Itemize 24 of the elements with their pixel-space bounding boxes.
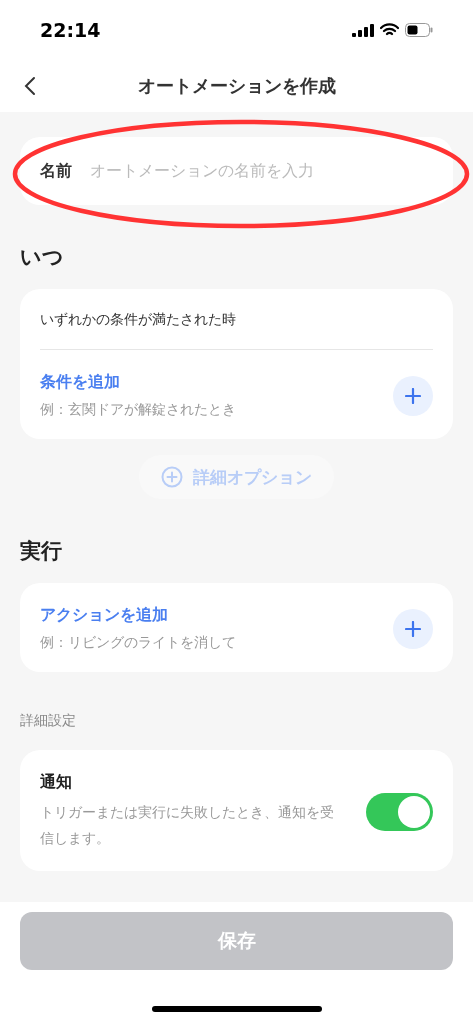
status-time: 22:14: [40, 19, 101, 41]
name-input[interactable]: オートメーションの名前を入力: [90, 162, 433, 180]
execute-heading: 実行: [20, 538, 63, 565]
action-example: 例：リビングのライトを消して: [40, 634, 236, 652]
condition-mode[interactable]: いずれかの条件が満たされた時: [20, 289, 453, 349]
add-condition-link[interactable]: 条件を追加: [40, 372, 236, 393]
add-action-link[interactable]: アクションを追加: [40, 605, 236, 626]
notification-description: トリガーまたは実行に失敗したとき、通知を受信します。: [40, 803, 335, 848]
when-heading: いつ: [20, 244, 65, 271]
wifi-icon: [380, 23, 399, 37]
plus-icon: [405, 620, 421, 637]
battery-icon: [405, 23, 433, 37]
name-label: 名前: [40, 160, 72, 182]
plus-icon: [405, 387, 421, 404]
page-title: オートメーションを作成: [137, 74, 336, 98]
add-action-button[interactable]: [393, 608, 433, 649]
add-condition-button[interactable]: [393, 375, 433, 416]
notification-toggle[interactable]: [366, 792, 433, 831]
signal-icon: [352, 23, 374, 37]
plus-circle-icon: [161, 466, 183, 488]
notification-title: 通知: [40, 772, 73, 793]
condition-example: 例：玄関ドアが解錠されたとき: [40, 401, 236, 419]
back-icon: [24, 76, 36, 96]
advanced-heading: 詳細設定: [20, 712, 77, 730]
